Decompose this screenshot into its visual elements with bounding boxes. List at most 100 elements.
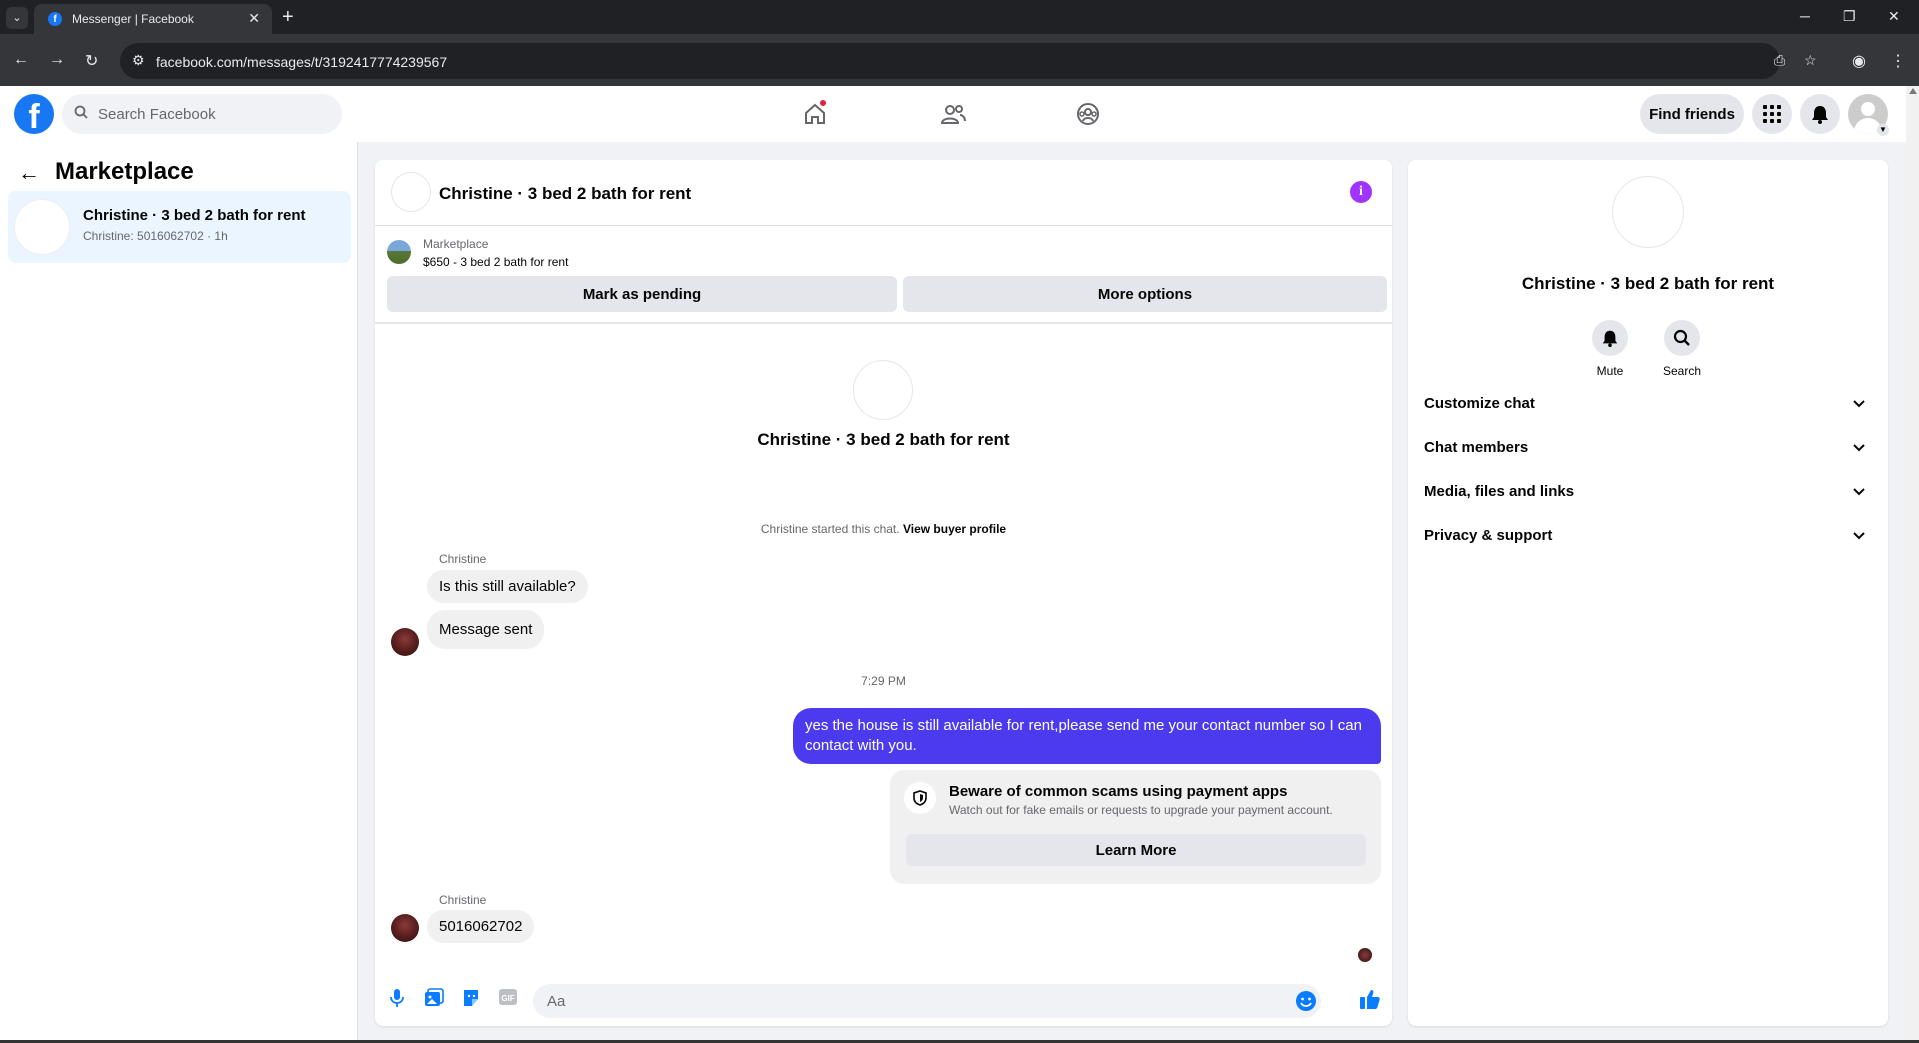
info-icon[interactable]: i (1350, 181, 1372, 203)
browser-tab[interactable]: f Messenger | Facebook ✕ (34, 4, 272, 34)
mute-label: Mute (1596, 364, 1624, 378)
grid-menu-icon (1763, 105, 1781, 123)
search-label: Search (1662, 364, 1702, 378)
conversation-list-item[interactable]: Christine · 3 bed 2 bath for rent Christ… (8, 191, 351, 263)
forward-icon[interactable]: → (49, 51, 65, 69)
message-input[interactable] (547, 984, 1287, 1018)
find-friends-button[interactable]: Find friends (1640, 94, 1744, 134)
minimize-icon[interactable]: ─ (1800, 8, 1810, 24)
avatar-head-shape (1861, 102, 1875, 116)
gif-icon[interactable]: GIF (496, 988, 520, 1012)
chat-members-section[interactable]: Chat members (1416, 428, 1880, 468)
menu-button[interactable] (1752, 94, 1792, 134)
chat-title[interactable]: Christine · 3 bed 2 bath for rent (439, 184, 691, 204)
chat-panel: Christine · 3 bed 2 bath for rent i Mark… (375, 160, 1392, 1026)
page-scrollbar[interactable] (1906, 86, 1919, 1043)
section-label: Chat members (1424, 439, 1529, 456)
reload-icon[interactable]: ↻ (85, 51, 98, 71)
sender-avatar[interactable] (391, 914, 419, 942)
facebook-favicon-icon: f (48, 12, 62, 26)
sticker-icon[interactable] (459, 988, 483, 1012)
facebook-search[interactable] (62, 94, 342, 134)
bell-icon (1812, 106, 1828, 124)
chat-details-panel: Christine · 3 bed 2 bath for rent Mute S… (1408, 160, 1888, 1026)
scroll-up-icon[interactable] (1909, 88, 1917, 94)
main-area: ← Marketplace Christine · 3 bed 2 bath f… (0, 142, 1906, 1040)
customize-chat-section[interactable]: Customize chat (1416, 384, 1880, 424)
microphone-icon[interactable] (385, 988, 409, 1012)
incoming-message[interactable]: Is this still available? (427, 570, 588, 603)
thread-name: Christine · 3 bed 2 bath for rent (757, 430, 1010, 449)
details-avatar[interactable] (1612, 176, 1684, 248)
privacy-support-section[interactable]: Privacy & support (1416, 516, 1880, 556)
outgoing-message[interactable]: yes the house is still available for ren… (793, 708, 1381, 764)
mark-as-pending-button[interactable]: Mark as pending (387, 276, 897, 312)
friends-nav[interactable] (935, 96, 971, 132)
back-icon[interactable]: ← (13, 51, 29, 69)
chevron-down-icon (1853, 532, 1865, 540)
emoji-icon[interactable] (1295, 990, 1317, 1012)
sidebar-title: Marketplace (55, 158, 194, 185)
incoming-message[interactable]: 5016062702 (427, 910, 535, 943)
facebook-header: f Find friends ▼ (0, 86, 1919, 142)
scam-warning-card: Beware of common scams using payment app… (890, 770, 1381, 884)
new-tab-icon[interactable]: + (282, 6, 294, 29)
sender-avatar[interactable] (391, 628, 419, 656)
message-composer: GIF (375, 976, 1392, 1026)
chevron-down-icon[interactable]: ▼ (1877, 124, 1889, 136)
section-label: Customize chat (1424, 395, 1535, 412)
shield-icon (904, 782, 936, 814)
view-buyer-profile-link[interactable]: View buyer profile (903, 522, 1006, 536)
svg-text:GIF: GIF (501, 994, 514, 1003)
search-icon (1664, 320, 1700, 356)
chat-avatar[interactable] (391, 172, 431, 212)
window-close-icon[interactable]: ✕ (1888, 8, 1900, 25)
tab-search-button[interactable]: ⌄ (6, 7, 28, 29)
url-text: facebook.com/messages/t/3192417774239567 (156, 54, 448, 70)
thumbs-up-icon[interactable] (1358, 988, 1382, 1012)
listing-thumbnail[interactable] (387, 240, 411, 264)
scam-warning-subtitle: Watch out for fake emails or requests to… (949, 803, 1333, 817)
message-input-box[interactable] (533, 984, 1321, 1018)
more-options-button[interactable]: More options (903, 276, 1387, 312)
thread-avatar (853, 360, 913, 420)
tab-close-icon[interactable]: ✕ (248, 10, 260, 27)
bookmark-star-icon[interactable]: ☆ (1804, 52, 1817, 69)
site-info-icon[interactable]: ⚙ (132, 52, 145, 69)
listing-price-title[interactable]: $650 - 3 bed 2 bath for rent (423, 255, 568, 269)
browser-tab-bar: ⌄ f Messenger | Facebook ✕ + ─ ❐ ✕ (0, 0, 1919, 34)
chat-header: Christine · 3 bed 2 bath for rent i (375, 160, 1392, 226)
facebook-logo-icon[interactable]: f (14, 94, 54, 136)
section-label: Media, files and links (1424, 483, 1575, 500)
back-arrow-icon[interactable]: ← (18, 160, 40, 186)
address-bar[interactable]: ⚙ facebook.com/messages/t/31924177742395… (120, 43, 1817, 79)
search-action[interactable]: Search (1652, 320, 1712, 378)
mute-action[interactable]: Mute (1580, 320, 1640, 378)
install-app-icon[interactable]: ⎙ (1774, 52, 1785, 69)
bell-icon (1592, 320, 1628, 356)
sender-label: Christine (439, 552, 487, 566)
restore-icon[interactable]: ❐ (1843, 8, 1856, 25)
browser-menu-icon[interactable]: ⋮ (1890, 51, 1906, 71)
notifications-button[interactable] (1800, 94, 1840, 134)
conversation-snippet: Christine: 5016062702 · 1h (83, 229, 228, 243)
friends-icon (940, 105, 966, 124)
timestamp-separator: 7:29 PM (861, 674, 906, 688)
home-nav[interactable] (797, 96, 833, 132)
media-files-links-section[interactable]: Media, files and links (1416, 472, 1880, 512)
profile-icon[interactable]: ◉ (1852, 51, 1866, 71)
notification-dot (819, 99, 827, 107)
groups-nav[interactable] (1070, 96, 1106, 132)
search-input[interactable] (98, 94, 328, 134)
sender-label: Christine (439, 893, 487, 907)
chevron-down-icon (1853, 444, 1865, 452)
listing-category: Marketplace (423, 237, 489, 251)
search-icon (74, 105, 88, 122)
groups-icon (1077, 103, 1099, 125)
photo-icon[interactable] (422, 988, 446, 1012)
chevron-down-icon (1853, 400, 1865, 408)
incoming-message[interactable]: Message sent (427, 610, 545, 649)
browser-toolbar: ← → ↻ ⚙ facebook.com/messages/t/31924177… (0, 34, 1919, 86)
learn-more-button[interactable]: Learn More (906, 834, 1366, 866)
system-message: Christine started this chat. View buyer … (375, 522, 1392, 536)
